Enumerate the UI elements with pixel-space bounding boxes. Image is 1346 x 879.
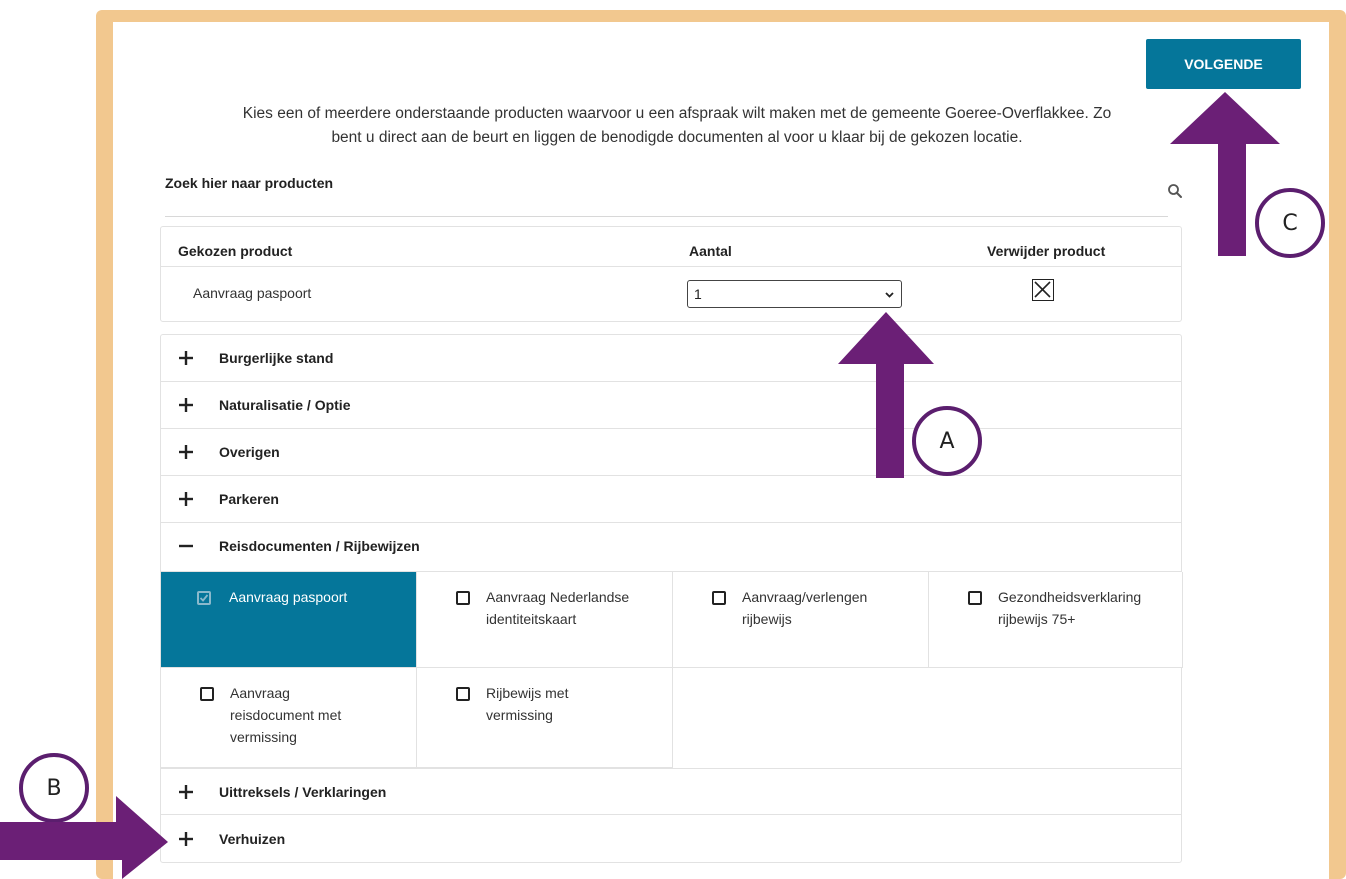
category-reisdocumenten[interactable]: Reisdocumenten / Rijbewijzen [161, 523, 1181, 572]
checkbox[interactable] [456, 687, 470, 701]
category-naturalisatie[interactable]: Naturalisatie / Optie [161, 382, 1181, 429]
header-product: Gekozen product [178, 243, 293, 259]
plus-icon [179, 492, 193, 506]
plus-icon [179, 445, 193, 459]
product-label: Aanvraag reisdocument met vermissing [230, 685, 342, 745]
header-remove: Verwijder product [987, 243, 1106, 259]
product-label: Gezondheidsverklaring rijbewijs 75+ [998, 589, 1142, 627]
checkbox[interactable] [968, 591, 982, 605]
annotation-badge-a: A [912, 406, 982, 476]
search-input[interactable]: Zoek hier naar producten [165, 175, 333, 191]
quantity-select[interactable]: 1 [687, 280, 902, 308]
next-button[interactable]: VOLGENDE [1146, 39, 1301, 89]
chosen-products-table: Gekozen product Aantal Verwijder product… [160, 226, 1182, 322]
chosen-table-header: Gekozen product Aantal Verwijder product [161, 227, 1181, 267]
intro-line-2: bent u direct aan de beurt en liggen de … [331, 129, 1023, 146]
category-overigen[interactable]: Overigen [161, 429, 1181, 476]
plus-icon [179, 351, 193, 365]
product-rijbewijs-vermissing[interactable]: Rijbewijs met vermissing [417, 668, 673, 768]
checkmark-icon [199, 594, 209, 602]
plus-icon [179, 785, 193, 799]
category-burgerlijke-stand[interactable]: Burgerlijke stand [161, 335, 1181, 382]
product-aanvraag-verlengen-rijbewijs[interactable]: Aanvraag/verlengen rijbewijs [673, 572, 929, 668]
close-icon [1034, 281, 1051, 298]
product-label: Aanvraag paspoort [229, 589, 348, 605]
category-verhuizen[interactable]: Verhuizen [161, 816, 1181, 863]
plus-icon [179, 398, 193, 412]
category-label: Parkeren [219, 491, 279, 507]
quantity-value: 1 [694, 286, 702, 302]
product-aanvraag-paspoort[interactable]: Aanvraag paspoort [161, 572, 417, 668]
product-label: Rijbewijs met vermissing [486, 685, 569, 723]
chosen-product-name: Aanvraag paspoort [193, 285, 312, 301]
category-label: Reisdocumenten / Rijbewijzen [219, 538, 420, 554]
product-categories: Burgerlijke stand Naturalisatie / Optie … [160, 334, 1183, 863]
plus-icon [179, 832, 193, 846]
checkbox[interactable] [456, 591, 470, 605]
checkbox[interactable] [712, 591, 726, 605]
minus-icon [179, 544, 193, 548]
intro-text: Kies een of meerdere onderstaande produc… [160, 102, 1194, 150]
category-label: Verhuizen [219, 831, 286, 847]
product-aanvraag-nederlandse-identiteitskaart[interactable]: Aanvraag Nederlandse identiteitskaart [417, 572, 673, 668]
product-aanvraag-reisdocument-vermissing[interactable]: Aanvraag reisdocument met vermissing [161, 668, 417, 768]
annotation-badge-c: C [1255, 188, 1325, 258]
checkbox[interactable] [200, 687, 214, 701]
search-underline [165, 216, 1168, 217]
product-grid: Aanvraag paspoort Aanvraag Nederlandse i… [161, 572, 1183, 768]
category-label: Uittreksels / Verklaringen [219, 784, 387, 800]
product-gezondheidsverklaring[interactable]: Gezondheidsverklaring rijbewijs 75+ [929, 572, 1183, 668]
category-label: Burgerlijke stand [219, 350, 334, 366]
remove-product-button[interactable] [1032, 279, 1054, 301]
header-quantity: Aantal [689, 243, 732, 259]
category-label: Overigen [219, 444, 280, 460]
intro-line-1: Kies een of meerdere onderstaande produc… [242, 105, 1112, 122]
annotation-arrow-b [0, 796, 168, 879]
chevron-down-icon [885, 292, 894, 298]
checkbox[interactable] [197, 591, 211, 605]
product-label: Aanvraag Nederlandse identiteitskaart [486, 589, 630, 627]
category-label: Naturalisatie / Optie [219, 397, 351, 413]
category-uittreksels[interactable]: Uittreksels / Verklaringen [161, 768, 1181, 815]
category-parkeren[interactable]: Parkeren [161, 476, 1181, 523]
product-label: Aanvraag/verlengen rijbewijs [742, 589, 868, 627]
